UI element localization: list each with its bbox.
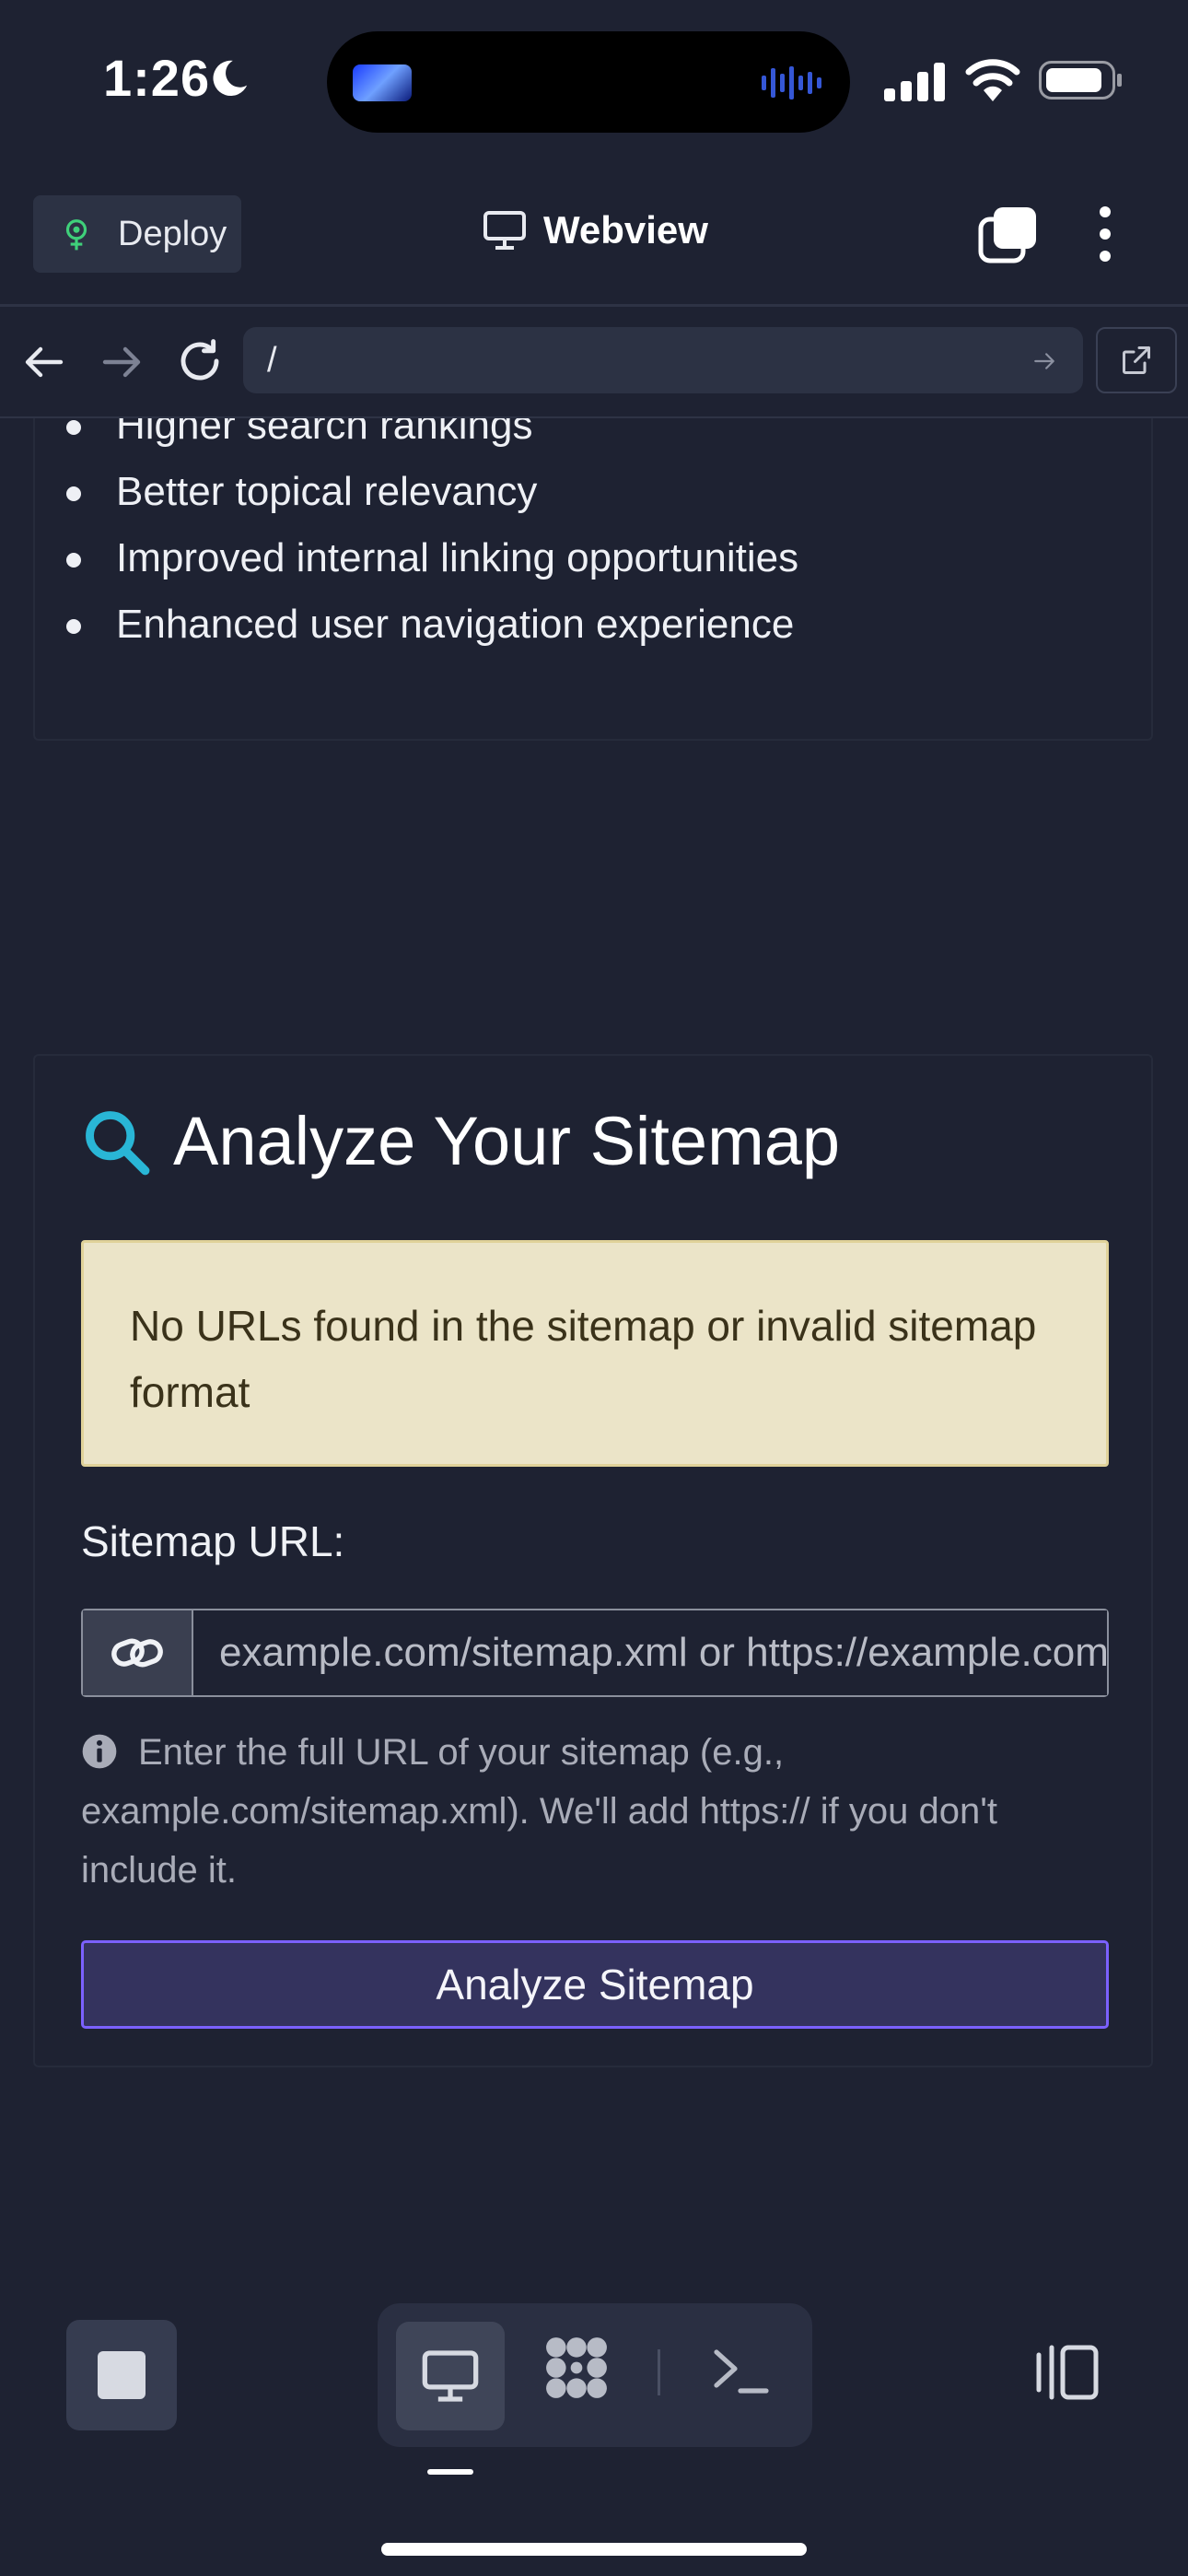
arrow-left-icon[interactable] — [22, 340, 66, 384]
moon-icon — [213, 60, 248, 97]
open-external-button[interactable] — [1096, 327, 1177, 393]
dynamic-island — [327, 31, 850, 133]
sitemap-url-input[interactable] — [193, 1610, 1107, 1695]
status-bar: 1:26 — [0, 0, 1188, 157]
now-playing-artwork — [353, 64, 412, 101]
list-item: Enhanced user navigation experience — [65, 591, 798, 658]
url-path: / — [267, 340, 277, 380]
bottom-toolbar — [0, 2289, 1188, 2576]
monitor-icon — [483, 211, 526, 250]
app-bar: Deploy Webview — [0, 184, 1188, 304]
analyzer-card: Analyze Your Sitemap No URLs found in th… — [33, 1054, 1153, 2067]
status-time: 1:26 — [103, 49, 211, 107]
webview-content: Higher search rankings Better topical re… — [0, 418, 1188, 2289]
cellular-signal-icon — [884, 63, 945, 101]
info-icon — [82, 1734, 117, 1769]
list-item: Improved internal linking opportunities — [65, 525, 798, 591]
split-view-icon[interactable] — [1031, 2344, 1100, 2401]
deploy-label: Deploy — [118, 214, 227, 253]
help-text: Enter the full URL of your sitemap (e.g.… — [81, 1723, 1112, 1900]
external-link-icon — [1123, 346, 1150, 374]
active-tab-indicator — [427, 2469, 473, 2475]
error-alert: No URLs found in the sitemap or invalid … — [81, 1240, 1109, 1467]
monitor-icon — [422, 2350, 479, 2402]
stop-icon — [98, 2351, 146, 2399]
webview-title-text: Webview — [543, 208, 708, 252]
divider — [658, 2349, 660, 2395]
terminal-icon[interactable] — [711, 2344, 770, 2397]
help-text-content: Enter the full URL of your sitemap (e.g.… — [81, 1732, 997, 1891]
kebab-menu-icon[interactable] — [1090, 205, 1120, 263]
benefits-list: Higher search rankings Better topical re… — [65, 418, 798, 658]
link-icon — [111, 1638, 163, 1668]
search-icon — [86, 1110, 150, 1175]
webview-tab[interactable] — [396, 2322, 505, 2430]
audio-wave-icon — [762, 66, 821, 100]
sitemap-url-label: Sitemap URL: — [81, 1517, 345, 1565]
apps-icon[interactable] — [542, 2333, 611, 2403]
home-indicator — [381, 2543, 807, 2556]
analyze-sitemap-button[interactable]: Analyze Sitemap — [81, 1940, 1109, 2029]
arrow-right-icon[interactable] — [99, 340, 144, 384]
deploy-icon — [65, 219, 87, 251]
go-arrow-icon[interactable] — [1031, 349, 1057, 373]
webview-title: Webview — [483, 208, 708, 252]
browser-nav-bar: / — [0, 307, 1188, 417]
list-item: Better topical relevancy — [65, 459, 798, 525]
list-item: Higher search rankings — [65, 418, 798, 459]
reload-icon[interactable] — [175, 336, 225, 386]
wifi-icon — [965, 59, 1020, 101]
input-addon — [83, 1610, 193, 1695]
view-switcher — [378, 2303, 812, 2447]
sitemap-input-group — [81, 1609, 1109, 1697]
stop-button[interactable] — [66, 2320, 177, 2430]
battery-icon — [1039, 61, 1122, 100]
deploy-button[interactable]: Deploy — [33, 195, 241, 273]
tabs-icon[interactable] — [978, 206, 1037, 263]
analyzer-heading: Analyze Your Sitemap — [81, 1102, 840, 1180]
analyzer-title: Analyze Your Sitemap — [173, 1103, 841, 1179]
url-input[interactable]: / — [243, 327, 1083, 393]
